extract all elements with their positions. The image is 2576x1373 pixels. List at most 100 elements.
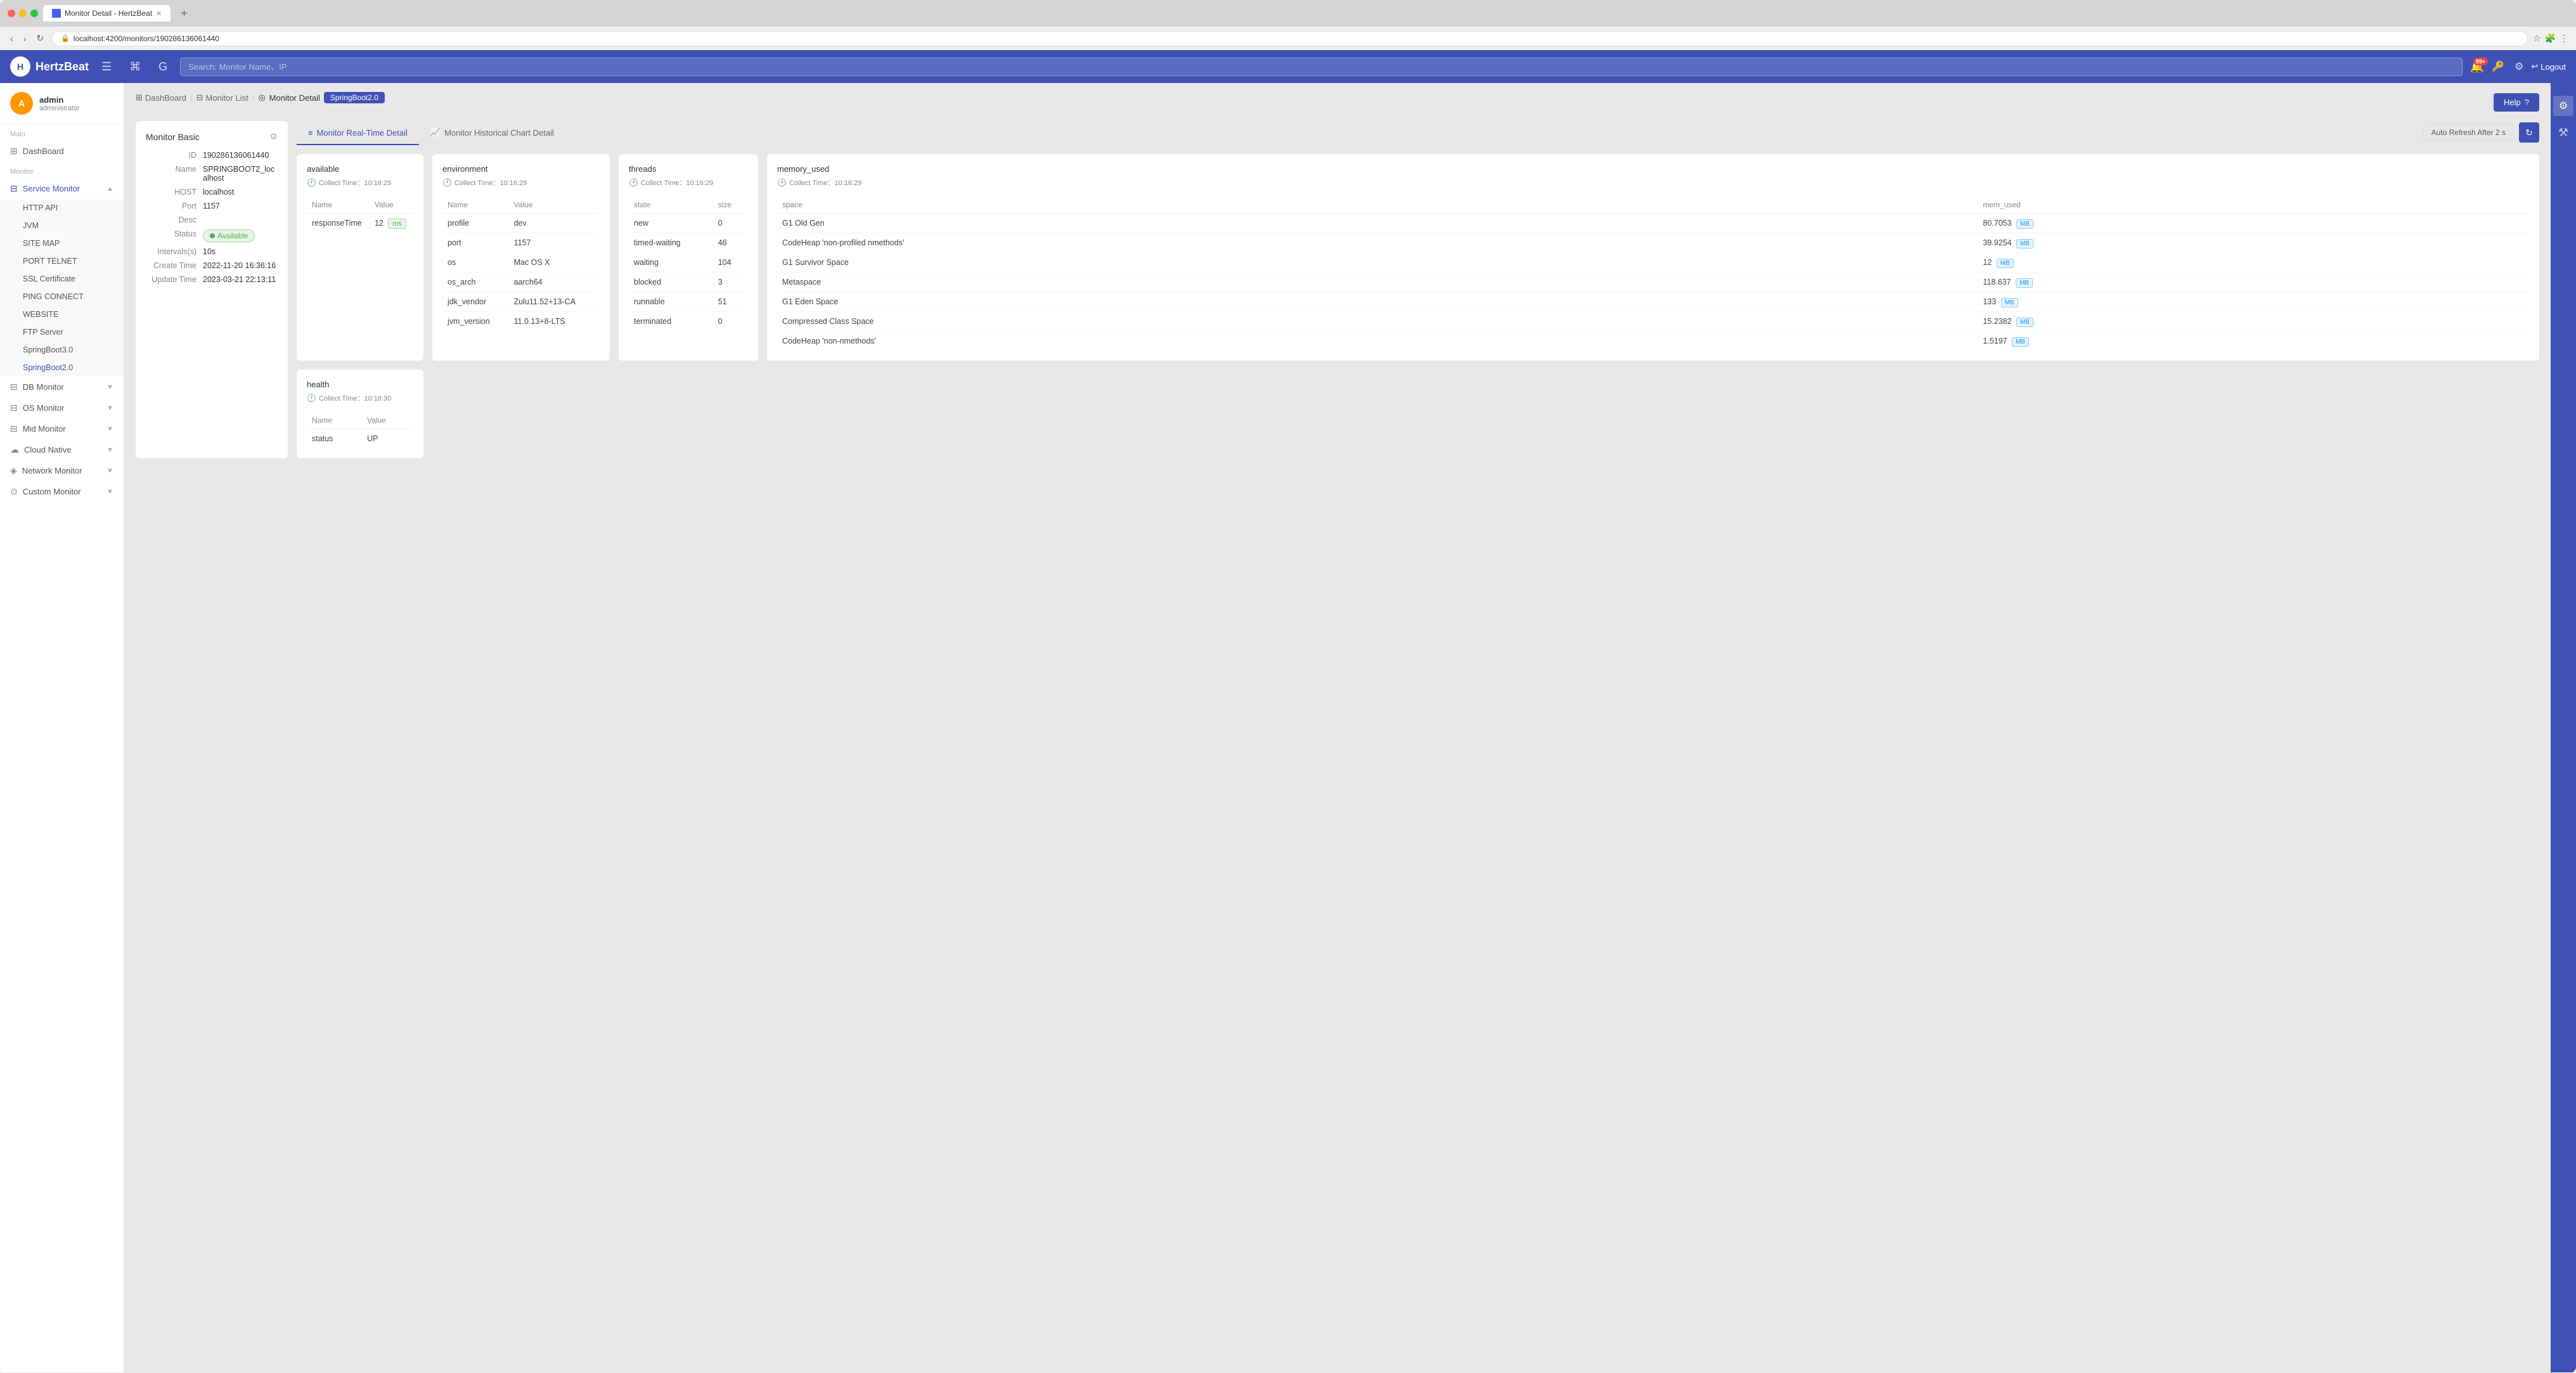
col-value-health: Value [362, 412, 413, 429]
user-info: admin administrator [39, 95, 80, 112]
sidebar-item-os-monitor[interactable]: ⊟ OS Monitor ▼ [0, 397, 124, 418]
sidebar-sub-item-springboot3[interactable]: SpringBoot3.0 [0, 341, 124, 359]
metric-title-health: health [307, 380, 413, 389]
sidebar-item-label: OS Monitor [23, 403, 65, 413]
cell-state: new [629, 214, 713, 233]
tab-realtime[interactable]: ≡ Monitor Real-Time Detail [297, 122, 419, 145]
new-tab-button[interactable]: + [176, 6, 193, 22]
app: H HertzBeat ☰ ⌘ G 🔔 99+ 🔑 ⚙ ↩ Logout [0, 50, 2576, 1372]
chevron-down-icon6: ▼ [106, 488, 113, 496]
breadcrumb-sep1: / [190, 93, 193, 103]
collect-time-available: 🕐 Collect Time：10:16:29 [307, 177, 413, 188]
tab-historical-label: Monitor Historical Chart Detail [444, 128, 554, 138]
sidebar-item-dashboard[interactable]: ⊞ DashBoard [0, 141, 124, 162]
collect-time-health: 🕐 Collect Time：10:16:30 [307, 393, 413, 403]
sidebar-sub-item-ftp[interactable]: FTP Server [0, 323, 124, 341]
status-badge: Available [203, 229, 255, 242]
tab-title: Monitor Detail - HertzBeat [65, 9, 152, 18]
mb-badge: MB [2016, 318, 2033, 327]
github-button[interactable]: ⌘ [124, 58, 146, 76]
dashboard-icon: ⊞ [10, 146, 18, 157]
sidebar-sub-item-jvm[interactable]: JVM [0, 217, 124, 235]
metric-card-health: health 🕐 Collect Time：10:16:30 Name [297, 370, 423, 458]
sidebar-sub-item-sitemap[interactable]: SITE MAP [0, 235, 124, 252]
reload-button[interactable]: ↻ [34, 30, 46, 46]
cell-space: G1 Eden Space [777, 292, 1978, 312]
sidebar-sub-item-website[interactable]: WEBSITE [0, 306, 124, 323]
metrics-row-2: health 🕐 Collect Time：10:16:30 Name [297, 370, 2539, 458]
close-dot[interactable] [8, 10, 15, 17]
collect-time-memory: 🕐 Collect Time：10:16:29 [777, 177, 2529, 188]
metric-card-available: available 🕐 Collect Time：10:16:29 Name [297, 154, 423, 361]
menu-toggle-button[interactable]: ☰ [96, 58, 117, 76]
sidebar-item-db-monitor[interactable]: ⊟ DB Monitor ▼ [0, 377, 124, 397]
sidebar-sub-item-http-api[interactable]: HTTP API [0, 199, 124, 217]
sidebar-sub-item-ping[interactable]: PING CONNECT [0, 288, 124, 306]
sidebar-item-custom-monitor[interactable]: ⊙ Custom Monitor ▼ [0, 481, 124, 502]
cell-value: aarch64 [509, 273, 600, 292]
sidebar-sub-item-ssl[interactable]: SSL Certificate [0, 270, 124, 288]
tab-close-button[interactable]: ✕ [156, 10, 162, 18]
monitor-basic-settings-icon[interactable]: ⚙ [269, 131, 278, 142]
sidebar-sub-item-port-telnet[interactable]: PORT TELNET [0, 252, 124, 270]
breadcrumb-dashboard[interactable]: ⊞ DashBoard [136, 93, 186, 103]
extensions-button[interactable]: 🧩 [2545, 33, 2556, 44]
cell-space: G1 Old Gen [777, 214, 1978, 233]
minimize-dot[interactable] [19, 10, 27, 17]
cell-name: os_arch [442, 273, 509, 292]
breadcrumb-monitor-list[interactable]: ⊟ Monitor List [196, 93, 248, 103]
cell-mem: 1.5197 MB [1978, 332, 2529, 351]
cell-space: G1 Survivor Space [777, 253, 1978, 273]
status-dot [210, 233, 215, 238]
chevron-up-icon: ▲ [106, 185, 113, 193]
menu-button[interactable]: ⋮ [2560, 33, 2568, 44]
logout-label: Logout [2541, 62, 2566, 72]
monitor-basic-title: Monitor Basic [146, 132, 200, 142]
cell-space: CodeHeap 'non-profiled nmethods' [777, 233, 1978, 253]
sidebar-item-cloud-native[interactable]: ☁ Cloud Native ▼ [0, 439, 124, 460]
cell-mem: 133 MB [1978, 292, 2529, 312]
cell-mem: 15.2382 MB [1978, 312, 2529, 332]
sidebar-item-mid-monitor[interactable]: ⊟ Mid Monitor ▼ [0, 418, 124, 439]
breadcrumb-current: ◎ Monitor Detail SpringBoot2.0 [258, 92, 385, 103]
search-input[interactable] [180, 58, 2462, 76]
settings-button[interactable]: ⚙ [2512, 58, 2526, 75]
notification-button[interactable]: 🔔 99+ [2470, 60, 2484, 74]
tab-historical[interactable]: 📈 Monitor Historical Chart Detail [419, 121, 565, 145]
logout-button[interactable]: ↩ Logout [2531, 61, 2566, 72]
right-panel-tool-button[interactable]: ⚒ [2558, 126, 2568, 139]
right-panel-settings-button[interactable]: ⚙ [2553, 96, 2573, 116]
cell-state: blocked [629, 273, 713, 292]
lock-button[interactable]: 🔑 [2489, 58, 2507, 75]
cell-mem: 80.7053 MB [1978, 214, 2529, 233]
collect-time-value2: Collect Time：10:16:29 [454, 177, 527, 188]
browser-tab[interactable]: Monitor Detail - HertzBeat ✕ [43, 5, 171, 22]
list-icon: ⊟ [196, 93, 203, 103]
back-button[interactable]: ‹ [8, 31, 16, 46]
table-row: osMac OS X [442, 253, 600, 273]
metric-table-environment: Name Value profiledev port1157 osMac OS … [442, 197, 600, 331]
collect-time-value4: Collect Time：10:16:29 [789, 177, 861, 188]
address-bar[interactable]: 🔒 localhost:4200/monitors/19028613606144… [51, 31, 2528, 46]
monitor-field-intervals: Intervals(s) 10s [146, 247, 278, 256]
sidebar-item-network-monitor[interactable]: ◈ Network Monitor ▼ [0, 460, 124, 481]
refresh-button[interactable]: ↻ [2519, 122, 2539, 143]
sidebar-section-monitor: Monitor [0, 162, 124, 178]
content-inner: Monitor Basic ⚙ ID 190286136061440 Name … [136, 121, 2539, 458]
collect-time-value: Collect Time：10:16:29 [319, 177, 391, 188]
sidebar-sub-item-springboot2[interactable]: SpringBoot2.0 [0, 359, 124, 377]
sidebar-item-service-monitor[interactable]: ⊟ Service Monitor ▲ [0, 178, 124, 199]
maximize-dot[interactable] [30, 10, 38, 17]
help-button[interactable]: Help ? [2494, 93, 2539, 112]
forward-button[interactable]: › [21, 31, 29, 46]
table-row: os_archaarch64 [442, 273, 600, 292]
table-row: port1157 [442, 233, 600, 253]
field-value-name: SPRINGBOOT2_localhost [203, 165, 278, 183]
field-label-desc: Desc [146, 216, 196, 224]
docs-button[interactable]: G [153, 58, 172, 76]
table-row: jvm_version11.0.13+8-LTS [442, 312, 600, 332]
bookmark-button[interactable]: ☆ [2533, 33, 2541, 44]
tabs-section: ≡ Monitor Real-Time Detail 📈 Monitor His… [297, 121, 2539, 458]
metric-table-health: Name Value status UP [307, 412, 413, 448]
ssl-icon: 🔒 [61, 34, 70, 42]
